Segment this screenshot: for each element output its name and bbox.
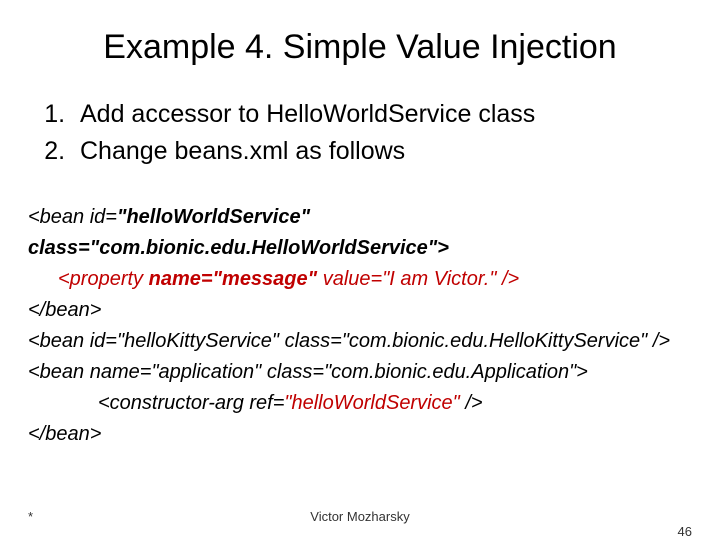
code-line-bean-kitty: <bean id="helloKittyService" class="com.…	[28, 326, 692, 357]
code-text: name=	[149, 268, 213, 290]
slide: Example 4. Simple Value Injection Add ac…	[0, 0, 720, 540]
steps-list: Add accessor to HelloWorldService class …	[28, 99, 692, 168]
code-line-bean-app-open: <bean name="application" class="com.bion…	[28, 357, 692, 388]
footer-page-number: 46	[678, 524, 692, 539]
code-line-property: <property name="message" value="I am Vic…	[28, 264, 692, 295]
code-text: />	[460, 392, 483, 414]
code-text: <constructor-arg ref=	[98, 392, 284, 414]
code-text: "helloWorldService"	[284, 392, 459, 414]
step-item: Change beans.xml as follows	[72, 136, 692, 167]
slide-body: Add accessor to HelloWorldService class …	[0, 99, 720, 450]
footer-mark: *	[28, 509, 33, 524]
code-line-bean-open: <bean id="helloWorldService" class="com.…	[28, 202, 692, 264]
slide-footer: * Victor Mozharsky 46	[0, 509, 720, 524]
code-text: <property	[58, 268, 149, 290]
code-text: value="I am Victor." />	[317, 268, 519, 290]
step-item: Add accessor to HelloWorldService class	[72, 99, 692, 130]
code-text: <bean id=	[28, 206, 117, 228]
footer-author: Victor Mozharsky	[0, 509, 720, 524]
code-block: <bean id="helloWorldService" class="com.…	[28, 202, 692, 450]
slide-title: Example 4. Simple Value Injection	[0, 0, 720, 87]
code-line-bean-close: </bean>	[28, 295, 692, 326]
code-text: "message"	[213, 268, 318, 290]
code-line-constructor-arg: <constructor-arg ref="helloWorldService"…	[28, 388, 692, 419]
code-line-bean-app-close: </bean>	[28, 419, 692, 450]
